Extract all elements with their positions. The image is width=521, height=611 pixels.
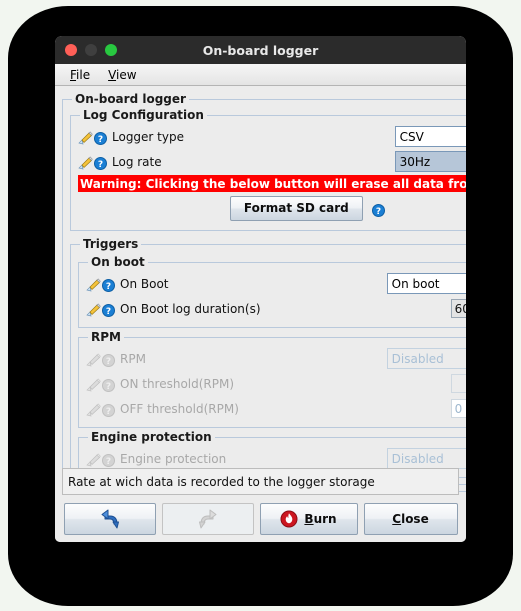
label-off-threshold: OFF threshold(RPM) <box>120 401 239 416</box>
group-triggers: Triggers On boot ? On Boot On boot ? On … <box>70 237 466 485</box>
row-logger-type: ? Logger type CSV <box>78 124 466 149</box>
edit-pencil-icon[interactable] <box>86 302 101 316</box>
label-engine-protection: Engine protection <box>120 451 227 466</box>
combo-log-rate-value: 30Hz <box>399 154 431 169</box>
burn-button-label: Burn <box>304 511 337 526</box>
row-log-rate: ? Log rate 30Hz <box>78 149 466 174</box>
redo-arrow-icon <box>197 509 219 529</box>
spinner-on-threshold-value: 0 <box>450 374 466 393</box>
group-log-configuration: Log Configuration ? Logger type CSV ? Lo… <box>70 108 466 231</box>
help-icon[interactable]: ? <box>102 302 115 317</box>
traffic-lights <box>55 44 117 56</box>
combo-engine-protection-value: Disabled <box>391 451 444 466</box>
svg-text:?: ? <box>98 160 103 170</box>
label-logger-type: Logger type <box>112 129 184 144</box>
close-button-label: Close <box>392 511 429 526</box>
svg-text:?: ? <box>106 407 111 417</box>
svg-text:?: ? <box>106 282 111 292</box>
label-log-rate: Log rate <box>112 154 162 169</box>
undo-arrow-icon <box>99 509 121 529</box>
label-on-boot-log-duration: On Boot log duration(s) <box>120 301 261 316</box>
row-on-threshold: ? ON threshold(RPM) 0 <box>86 371 466 396</box>
row-rpm: ? RPM Disabled <box>86 346 466 371</box>
help-icon: ? <box>102 352 115 367</box>
format-row: Format SD card ? <box>78 192 466 224</box>
maximize-light[interactable] <box>105 44 117 56</box>
menubar: File View <box>55 64 466 86</box>
row-off-threshold: ? OFF threshold(RPM) 0 <box>86 396 466 421</box>
svg-text:?: ? <box>98 135 103 145</box>
redo-button <box>161 502 254 535</box>
spinner-on-boot-log-duration[interactable]: 60 <box>450 299 466 318</box>
svg-text:?: ? <box>106 357 111 367</box>
help-icon[interactable]: ? <box>371 202 385 217</box>
burn-button[interactable]: Burn <box>259 502 358 535</box>
row-on-boot-log-duration: ? On Boot log duration(s) 60 <box>86 296 466 321</box>
window-content: On-board logger Log Configuration ? Logg… <box>55 86 466 492</box>
close-button[interactable]: Close <box>363 502 458 535</box>
combo-rpm: Disabled <box>386 348 466 369</box>
label-on-boot: On Boot <box>120 276 169 291</box>
help-icon: ? <box>102 402 115 417</box>
group-rpm-title: RPM <box>91 330 121 344</box>
combo-logger-type-value: CSV <box>399 129 424 144</box>
spinner-off-threshold-value: 0 <box>450 399 466 418</box>
edit-pencil-icon[interactable] <box>78 155 93 169</box>
burn-flame-icon <box>280 510 298 528</box>
spinner-off-threshold: 0 <box>450 399 466 418</box>
minimize-light[interactable] <box>85 44 97 56</box>
close-light[interactable] <box>65 44 77 56</box>
group-engine-protection-title: Engine protection <box>91 430 212 444</box>
spinner-on-boot-log-duration-value[interactable]: 60 <box>450 299 466 318</box>
combo-engine-protection: Disabled <box>386 448 466 469</box>
status-bar: Rate at wich data is recorded to the log… <box>62 468 459 495</box>
menu-view[interactable]: View <box>101 67 143 83</box>
combo-on-boot[interactable]: On boot <box>386 273 466 294</box>
combo-log-rate[interactable]: 30Hz <box>394 151 466 172</box>
spinner-on-threshold: 0 <box>450 374 466 393</box>
edit-pencil-icon <box>86 377 101 391</box>
help-icon: ? <box>102 377 115 392</box>
label-rpm: RPM <box>120 351 146 366</box>
help-icon[interactable]: ? <box>102 277 115 292</box>
help-icon[interactable]: ? <box>94 130 107 145</box>
edit-pencil-icon <box>86 402 101 416</box>
edit-pencil-icon <box>86 452 101 466</box>
svg-text:?: ? <box>106 457 111 467</box>
button-bar: Burn Close <box>55 495 466 542</box>
undo-button[interactable] <box>63 502 156 535</box>
group-on-board-logger: On-board logger Log Configuration ? Logg… <box>62 92 466 492</box>
on-board-logger-window: On-board logger File View On-board logge… <box>55 36 466 542</box>
label-on-threshold: ON threshold(RPM) <box>120 376 235 391</box>
combo-logger-type[interactable]: CSV <box>394 126 466 147</box>
help-icon: ? <box>102 452 115 467</box>
group-rpm: RPM ? RPM Disabled ? ON threshold(RPM) ?… <box>78 330 466 428</box>
group-log-configuration-title: Log Configuration <box>83 108 204 122</box>
group-on-board-logger-title: On-board logger <box>75 92 186 106</box>
edit-pencil-icon <box>86 352 101 366</box>
edit-pencil-icon[interactable] <box>78 130 93 144</box>
edit-pencil-icon[interactable] <box>86 277 101 291</box>
menu-file[interactable]: File <box>63 67 97 83</box>
window-titlebar: On-board logger <box>55 36 466 64</box>
sd-card-warning-banner: Warning: Clicking the below button will … <box>78 175 466 192</box>
svg-text:?: ? <box>106 382 111 392</box>
svg-text:?: ? <box>106 307 111 317</box>
group-on-boot: On boot ? On Boot On boot ? On Boot log … <box>78 255 466 328</box>
row-on-boot: ? On Boot On boot <box>86 271 466 296</box>
combo-on-boot-value: On boot <box>391 276 440 291</box>
combo-rpm-value: Disabled <box>391 351 444 366</box>
svg-text:?: ? <box>376 207 381 217</box>
format-sd-card-button[interactable]: Format SD card <box>229 195 363 221</box>
group-on-boot-title: On boot <box>91 255 145 269</box>
help-icon[interactable]: ? <box>94 155 107 170</box>
group-triggers-title: Triggers <box>83 237 139 251</box>
